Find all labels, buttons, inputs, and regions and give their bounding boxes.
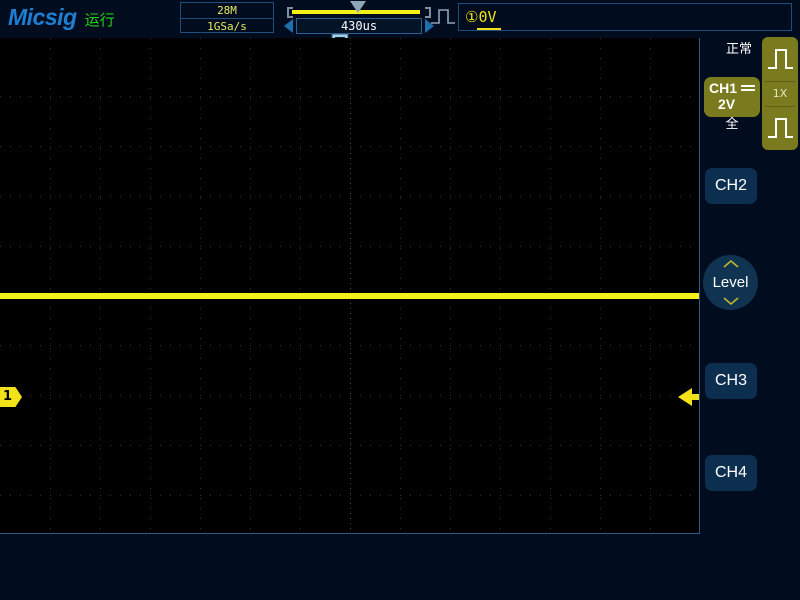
ch1-label: CH1 bbox=[709, 80, 738, 96]
measurement-readout: 平均值:3.839V bbox=[18, 531, 108, 533]
trigger-underline bbox=[477, 28, 501, 30]
ch1-bandwidth-label[interactable]: 全 bbox=[704, 113, 760, 132]
trigger-level-knob[interactable]: Level bbox=[703, 255, 758, 310]
probe-ratio-value: 1X bbox=[772, 87, 788, 100]
pulse-up-icon bbox=[768, 49, 793, 69]
brand-area: Micsig 运行 bbox=[8, 4, 115, 31]
trigger-level-value: ①0V bbox=[465, 8, 497, 26]
horizontal-position-value[interactable]: 430us bbox=[296, 18, 422, 34]
chevron-down-icon bbox=[722, 297, 739, 305]
ch3-button[interactable]: CH3 bbox=[705, 363, 757, 399]
graticule-grid bbox=[0, 38, 699, 533]
ch4-button[interactable]: CH4 bbox=[705, 455, 757, 491]
ch2-button[interactable]: CH2 bbox=[705, 168, 757, 204]
trigger-level-knob-label: Level bbox=[712, 274, 749, 291]
ch1-scale-label: 2V bbox=[718, 96, 736, 112]
run-state-label: 运行 bbox=[84, 11, 115, 29]
memory-depth-value: 28M bbox=[181, 3, 273, 19]
oscilloscope-screen: Micsig 运行 28M 1GSa/s 430us ①0V 1 正常 CH1 … bbox=[0, 0, 800, 600]
trigger-level-box[interactable]: ①0V bbox=[458, 3, 792, 31]
micsig-logo: Micsig bbox=[8, 4, 77, 30]
trigger-level-arrow-tail bbox=[692, 394, 699, 400]
ch1-waveform-trace bbox=[0, 293, 699, 299]
bottom-toolbar: 微调 快速 保存 2ms bbox=[0, 535, 800, 600]
trigger-mode-label[interactable]: 正常 bbox=[714, 38, 764, 57]
pulse-down-icon bbox=[768, 118, 793, 138]
ch1-ground-marker-label: 1 bbox=[3, 389, 13, 404]
dc-coupling-icon bbox=[741, 85, 755, 93]
probe-ratio-group: 1X bbox=[762, 37, 798, 150]
trigger-level-arrow-icon[interactable] bbox=[678, 388, 692, 406]
center-vertical-axis bbox=[350, 38, 351, 533]
position-left-arrow-icon[interactable] bbox=[284, 19, 293, 33]
acquisition-info-box[interactable]: 28M 1GSa/s bbox=[180, 2, 274, 33]
ch1-settings-button[interactable]: CH1 2V bbox=[704, 77, 760, 117]
rising-edge-icon[interactable] bbox=[430, 7, 456, 27]
sample-rate-value: 1GSa/s bbox=[207, 20, 247, 33]
top-status-bar: Micsig 运行 28M 1GSa/s 430us ①0V bbox=[0, 0, 800, 51]
position-triangle-icon bbox=[350, 1, 366, 13]
probe-increase-button[interactable] bbox=[762, 37, 798, 81]
span-bracket-left-icon bbox=[287, 7, 293, 18]
waveform-display[interactable]: 1 平均值:3.839V bbox=[0, 38, 700, 534]
probe-decrease-button[interactable] bbox=[762, 106, 798, 150]
horizontal-position-widget[interactable]: 430us bbox=[284, 1, 434, 34]
chevron-up-icon bbox=[722, 260, 739, 268]
